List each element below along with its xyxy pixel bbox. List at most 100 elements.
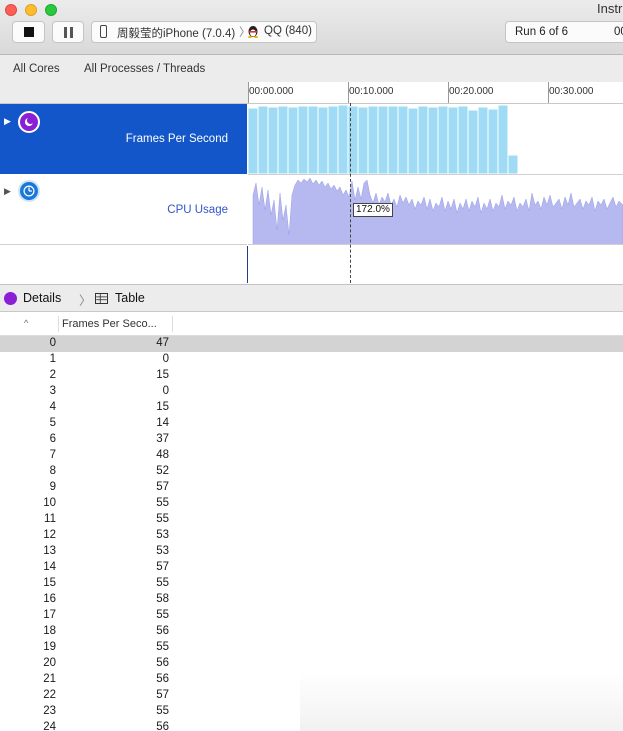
row-index: 24 — [43, 721, 56, 731]
table-row[interactable]: 12 53 — [0, 528, 623, 544]
process-name: QQ (840) — [264, 25, 312, 37]
details-breadcrumb[interactable]: Details — [23, 291, 61, 305]
run-label: Run 6 of 6 — [515, 26, 569, 38]
table-row[interactable]: 6 37 — [0, 432, 623, 448]
cpu-track-graph[interactable] — [248, 175, 623, 245]
table-row[interactable]: 22 57 — [0, 688, 623, 704]
row-fps-value: 53 — [156, 529, 169, 541]
toolbar: Instr 周毅莹的iPhone (7.0.4) 〉 QQ (840) Run … — [0, 0, 623, 55]
row-index: 0 — [49, 337, 56, 349]
row-index: 3 — [49, 385, 56, 397]
fps-track-graph[interactable] — [248, 104, 623, 175]
row-index: 12 — [43, 529, 56, 541]
timeline-ruler[interactable]: 00:00.000 00:10.000 00:20.000 00:30.000 — [248, 82, 623, 104]
row-fps-value: 56 — [156, 657, 169, 669]
table-row[interactable]: 17 55 — [0, 608, 623, 624]
device-name: 周毅莹的iPhone (7.0.4) — [117, 28, 236, 40]
empty-track-header — [0, 246, 247, 283]
table-row[interactable]: 19 55 — [0, 640, 623, 656]
table-row[interactable]: 11 55 — [0, 512, 623, 528]
ruler-tick-label: 00:10.000 — [349, 86, 394, 97]
table-row[interactable]: 13 53 — [0, 544, 623, 560]
cpu-usage-area — [252, 177, 623, 244]
row-index: 6 — [49, 433, 56, 445]
row-index: 19 — [43, 641, 56, 653]
table-row[interactable]: 24 56 — [0, 720, 623, 731]
iphone-icon — [100, 25, 107, 38]
row-index: 22 — [43, 689, 56, 701]
row-fps-value: 55 — [156, 609, 169, 621]
row-fps-value: 55 — [156, 497, 169, 509]
table-row[interactable]: 10 — [0, 352, 623, 368]
row-fps-value: 56 — [156, 625, 169, 637]
row-fps-value: 57 — [156, 481, 169, 493]
row-index: 7 — [49, 449, 56, 461]
timeline-cursor[interactable] — [350, 103, 351, 283]
cpu-track-title: CPU Usage — [167, 204, 228, 216]
zoom-window-button[interactable] — [45, 4, 57, 16]
ruler-tick-label: 00:20.000 — [449, 86, 494, 97]
ruler-gutter — [0, 82, 248, 104]
row-index: 10 — [43, 497, 56, 509]
row-fps-value: 55 — [156, 513, 169, 525]
row-index: 16 — [43, 593, 56, 605]
stop-icon — [24, 27, 34, 37]
row-fps-value: 48 — [156, 449, 169, 461]
table-row[interactable]: 7 48 — [0, 448, 623, 464]
row-fps-value: 15 — [156, 369, 169, 381]
table-breadcrumb[interactable]: Table — [115, 291, 145, 305]
table-row[interactable]: 16 58 — [0, 592, 623, 608]
table-icon — [95, 293, 108, 304]
chevron-right-icon: 〉 — [79, 294, 92, 308]
table-row[interactable]: 21 56 — [0, 672, 623, 688]
table-row[interactable]: 5 14 — [0, 416, 623, 432]
table-row[interactable]: 0 47 — [0, 336, 623, 352]
table-row[interactable]: 20 56 — [0, 656, 623, 672]
stop-recording-button[interactable] — [12, 21, 45, 43]
row-fps-value: 58 — [156, 593, 169, 605]
row-fps-value: 56 — [156, 673, 169, 685]
all-cores-filter[interactable]: All Cores — [13, 63, 60, 75]
table-row[interactable]: 2 15 — [0, 368, 623, 384]
pause-button[interactable] — [52, 21, 84, 43]
table-row[interactable]: 18 56 — [0, 624, 623, 640]
cpu-track-header[interactable]: ▶ CPU Usage — [0, 175, 247, 245]
row-fps-value: 55 — [156, 577, 169, 589]
fps-track-header[interactable]: ▶ Frames Per Second — [0, 104, 247, 174]
row-index: 2 — [49, 369, 56, 381]
ruler-tick-label: 00:30.000 — [549, 86, 594, 97]
row-index: 5 — [49, 417, 56, 429]
cpu-usage-tooltip: 172.0% — [353, 203, 393, 217]
row-fps-value: 15 — [156, 401, 169, 413]
row-index: 23 — [43, 705, 56, 717]
table-row[interactable]: 8 52 — [0, 464, 623, 480]
table-row[interactable]: 14 57 — [0, 560, 623, 576]
row-index: 21 — [43, 673, 56, 685]
row-index: 17 — [43, 609, 56, 621]
table-row[interactable]: 9 57 — [0, 480, 623, 496]
run-selector[interactable]: Run 6 of 6 00 — [505, 21, 623, 43]
table-row[interactable]: 15 55 — [0, 576, 623, 592]
table-row[interactable]: 4 15 — [0, 400, 623, 416]
row-fps-value: 57 — [156, 689, 169, 701]
sort-ascending-icon[interactable]: ^ — [24, 318, 28, 328]
core-animation-icon — [18, 111, 40, 133]
row-index: 9 — [49, 481, 56, 493]
table-row[interactable]: 30 — [0, 384, 623, 400]
table-row[interactable]: 10 55 — [0, 496, 623, 512]
close-window-button[interactable] — [5, 4, 17, 16]
minimize-window-button[interactable] — [25, 4, 37, 16]
track-divider — [247, 246, 248, 283]
time-display: 00 — [614, 26, 623, 38]
details-bar: Details 〉 Table — [0, 284, 623, 312]
disclosure-triangle-icon[interactable]: ▶ — [4, 186, 11, 197]
table-row[interactable]: 23 55 — [0, 704, 623, 720]
row-fps-value: 37 — [156, 433, 169, 445]
fps-column-header[interactable]: Frames Per Seco... — [62, 318, 157, 330]
filter-bar: All Cores All Processes / Threads — [0, 55, 623, 83]
disclosure-triangle-icon[interactable]: ▶ — [4, 116, 11, 127]
target-selector[interactable]: 周毅莹的iPhone (7.0.4) 〉 QQ (840) — [91, 21, 317, 43]
all-processes-filter[interactable]: All Processes / Threads — [84, 63, 205, 75]
qq-penguin-icon — [248, 26, 258, 38]
row-index: 15 — [43, 577, 56, 589]
